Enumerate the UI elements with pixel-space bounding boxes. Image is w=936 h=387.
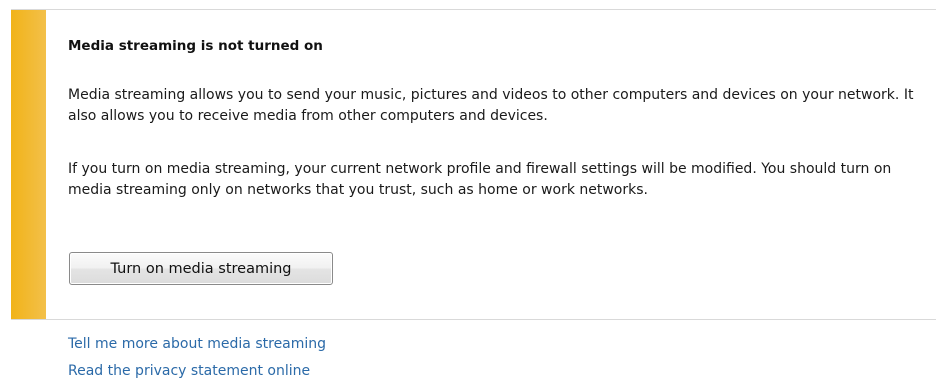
media-streaming-info-panel: Media streaming is not turned on Media s… xyxy=(11,9,936,320)
tell-me-more-link[interactable]: Tell me more about media streaming xyxy=(68,336,326,352)
warning-accent-bar xyxy=(11,10,46,319)
panel-title: Media streaming is not turned on xyxy=(68,38,323,54)
privacy-statement-link[interactable]: Read the privacy statement online xyxy=(68,363,310,379)
description-paragraph: Media streaming allows you to send your … xyxy=(68,87,914,124)
turn-on-media-streaming-button[interactable]: Turn on media streaming xyxy=(69,252,333,285)
warning-paragraph: If you turn on media streaming, your cur… xyxy=(68,161,892,198)
